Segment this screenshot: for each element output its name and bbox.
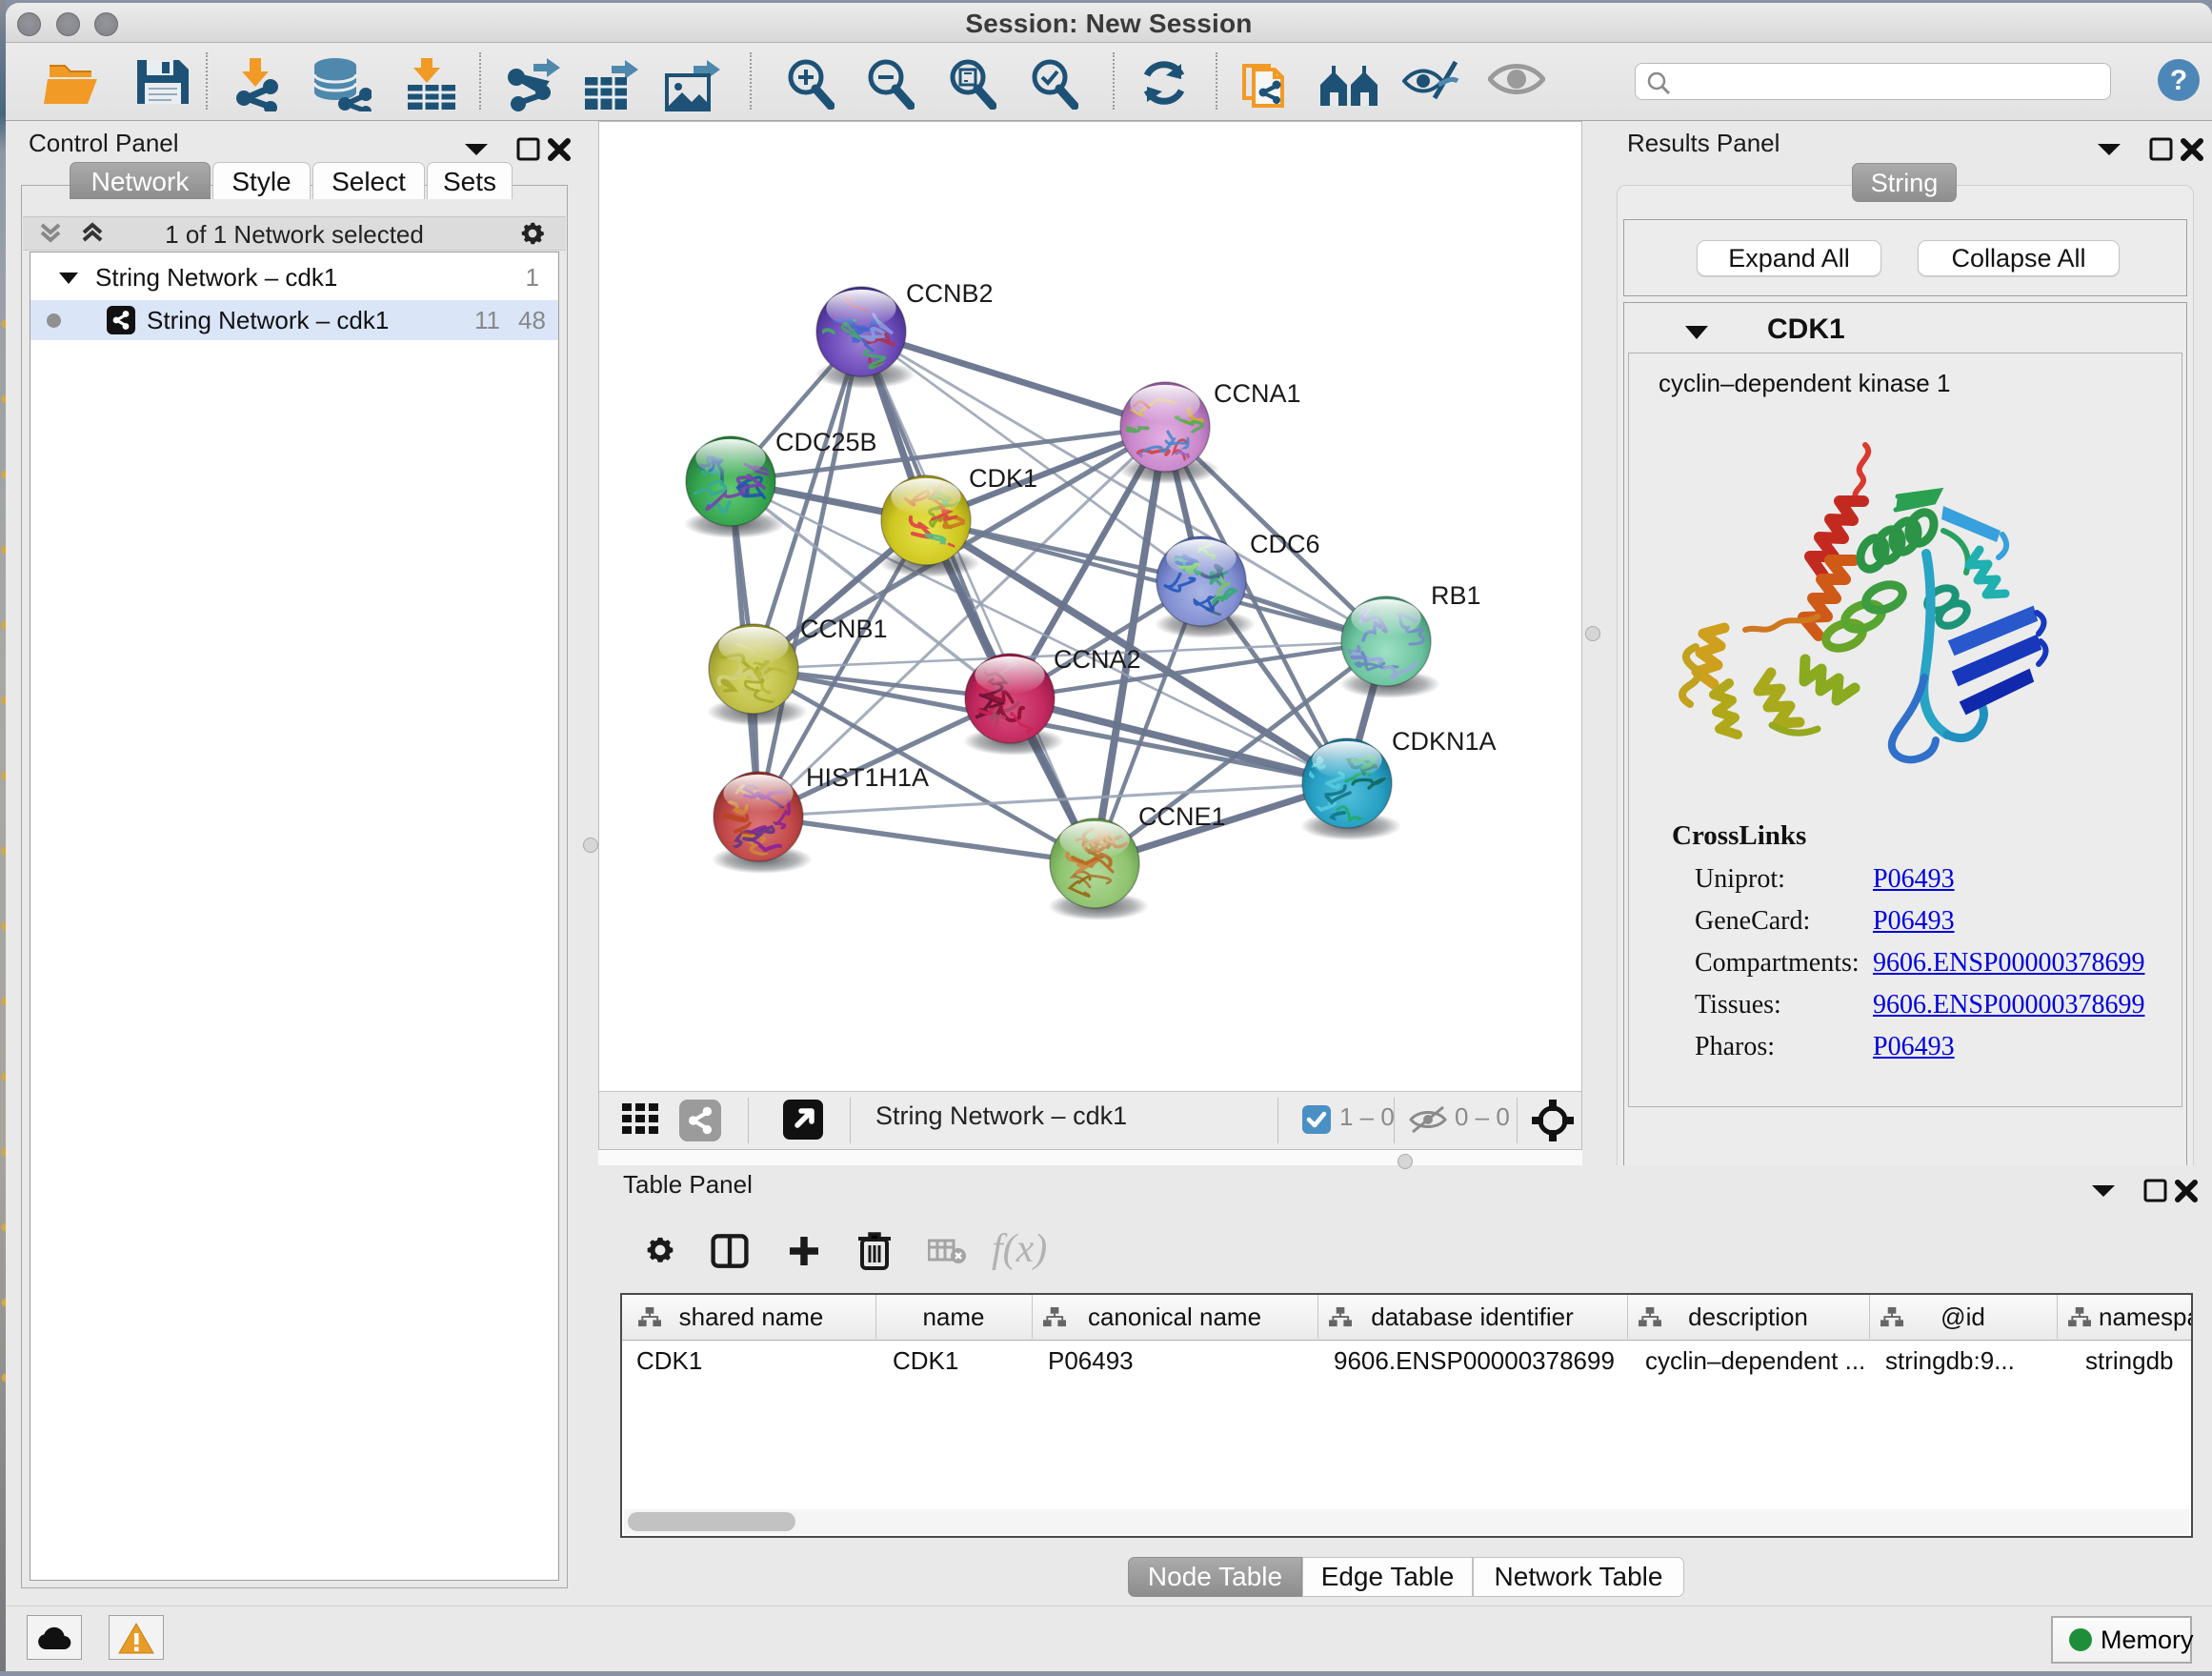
svg-text:CDKN1A: CDKN1A (1392, 727, 1497, 756)
svg-text:CCNA1: CCNA1 (1214, 379, 1301, 408)
svg-text:CDC25B: CDC25B (775, 428, 877, 456)
svg-text:CDC6: CDC6 (1250, 530, 1320, 558)
svg-text:?: ? (2170, 65, 2187, 96)
svg-text:CCNB1: CCNB1 (800, 615, 888, 643)
svg-text:CCNA2: CCNA2 (1054, 645, 1141, 674)
svg-text:RB1: RB1 (1431, 581, 1481, 610)
svg-text:HIST1H1A: HIST1H1A (806, 763, 929, 792)
svg-text:CCNB2: CCNB2 (906, 279, 994, 308)
svg-text:CDK1: CDK1 (969, 464, 1037, 493)
svg-text:CCNE1: CCNE1 (1138, 802, 1226, 831)
